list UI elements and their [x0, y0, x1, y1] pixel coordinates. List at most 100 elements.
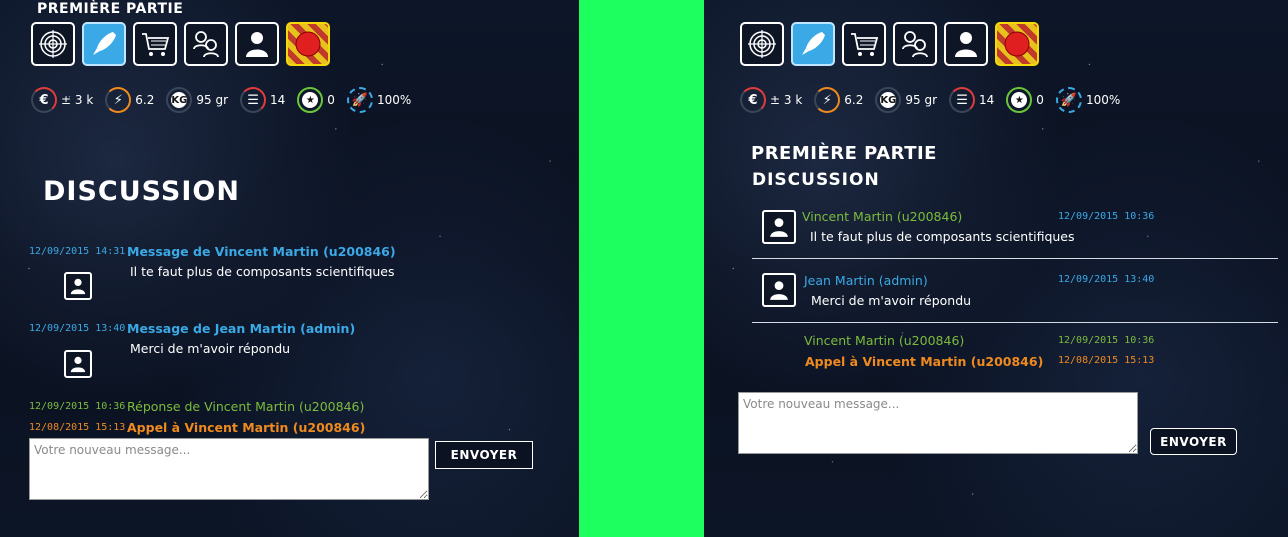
discussion-title: DISCUSSION	[43, 176, 240, 207]
cart-icon	[142, 33, 170, 56]
rocket-tool-button[interactable]	[791, 22, 835, 66]
message-text: Merci de m'avoir répondu	[811, 293, 972, 308]
stars-value: 0	[1036, 93, 1044, 107]
target-icon	[748, 30, 776, 58]
user-icon	[70, 356, 86, 373]
alert-tool-button[interactable]	[286, 22, 330, 66]
call-date: 12/08/2015 15:13	[1058, 355, 1155, 366]
reply-sender[interactable]: Vincent Martin (u200846)	[804, 333, 964, 348]
user-icon	[955, 32, 977, 57]
avatar[interactable]	[762, 273, 796, 307]
green-divider	[579, 0, 704, 537]
rocket-icon	[802, 32, 825, 55]
team-tool-button[interactable]	[184, 22, 228, 66]
euro-icon: €	[31, 87, 57, 113]
alert-tool-button[interactable]	[995, 22, 1039, 66]
astronauts-icon	[193, 31, 219, 58]
level-value: 14	[979, 93, 995, 107]
energy-value: 6.2	[135, 93, 155, 107]
toolbar	[740, 22, 1039, 66]
weight-icon: KG	[166, 87, 193, 113]
rocket-small-icon: 🚀	[1055, 87, 1082, 113]
call-sender[interactable]: Appel à Vincent Martin (u200846)	[127, 420, 365, 435]
user-icon	[770, 218, 788, 237]
shop-tool-button[interactable]	[133, 22, 177, 66]
alert-icon	[1004, 31, 1030, 57]
call-date: 12/08/2015 15:13	[29, 422, 126, 433]
energy-stat: ⚡ 6.2	[814, 87, 863, 113]
toolbar	[31, 22, 330, 66]
target-icon	[39, 30, 67, 58]
lightning-icon: ⚡	[814, 87, 841, 113]
message-text: Il te faut plus de composants scientifiq…	[810, 229, 1075, 244]
discussion-title: DISCUSSION	[752, 170, 880, 190]
message-sender[interactable]: Message de Vincent Martin (u200846)	[127, 244, 396, 259]
part-title: PREMIÈRE PARTIE	[37, 1, 184, 17]
part-title: PREMIÈRE PARTIE	[751, 143, 937, 164]
fuel-stat: 🚀 100%	[346, 87, 412, 113]
alert-icon	[295, 31, 321, 57]
fuel-stat: 🚀 100%	[1055, 87, 1121, 113]
stats-bar: € ± 3 k ⚡ 6.2 KG 95 gr ☰ 14 ★ 0 🚀 100%	[740, 87, 1120, 113]
message-date: 12/09/2015 14:31	[29, 246, 126, 257]
reply-sender[interactable]: Réponse de Vincent Martin (u200846)	[127, 399, 364, 414]
reply-date: 12/09/2015 10:36	[1058, 335, 1155, 346]
weight-value: 95 gr	[905, 93, 938, 107]
message-sender[interactable]: Vincent Martin (u200846)	[802, 209, 962, 224]
stars-stat: ★ 0	[297, 87, 335, 113]
money-stat: € ± 3 k	[740, 87, 802, 113]
message-separator	[752, 322, 1278, 323]
stars-stat: ★ 0	[1006, 87, 1044, 113]
message-date: 12/09/2015 10:36	[1058, 211, 1155, 222]
message-sender[interactable]: Message de Jean Martin (admin)	[127, 321, 355, 336]
star-icon: ★	[297, 87, 324, 113]
level-stat: ☰ 14	[949, 87, 994, 113]
profile-tool-button[interactable]	[235, 22, 279, 66]
user-icon	[70, 278, 86, 295]
target-tool-button[interactable]	[740, 22, 784, 66]
message-separator	[752, 258, 1278, 259]
avatar[interactable]	[64, 350, 92, 378]
stars-value: 0	[327, 93, 335, 107]
message-sender[interactable]: Jean Martin (admin)	[804, 273, 928, 288]
user-icon	[770, 281, 788, 300]
gauge-icon: ☰	[240, 87, 267, 113]
right-panel: € ± 3 k ⚡ 6.2 KG 95 gr ☰ 14 ★ 0 🚀 100% PREMIÈR…	[704, 0, 1288, 537]
cart-icon	[851, 33, 879, 56]
reply-date: 12/09/2015 10:36	[29, 401, 126, 412]
rocket-small-icon: 🚀	[346, 87, 373, 113]
level-stat: ☰ 14	[240, 87, 285, 113]
energy-stat: ⚡ 6.2	[105, 87, 154, 113]
lightning-icon: ⚡	[105, 87, 132, 113]
call-sender[interactable]: Appel à Vincent Martin (u200846)	[805, 354, 1043, 369]
money-value: ± 3 k	[770, 93, 803, 107]
team-tool-button[interactable]	[893, 22, 937, 66]
message-date: 12/09/2015 13:40	[1058, 274, 1155, 285]
rocket-tool-button[interactable]	[82, 22, 126, 66]
fuel-value: 100%	[376, 93, 412, 107]
weight-stat: KG 95 gr	[166, 87, 228, 113]
target-tool-button[interactable]	[31, 22, 75, 66]
weight-value: 95 gr	[196, 93, 229, 107]
gauge-icon: ☰	[949, 87, 976, 113]
send-button[interactable]: ENVOYER	[435, 441, 533, 469]
stats-bar: € ± 3 k ⚡ 6.2 KG 95 gr ☰ 14 ★ 0 🚀 100%	[31, 87, 411, 113]
shop-tool-button[interactable]	[842, 22, 886, 66]
euro-icon: €	[740, 87, 766, 113]
profile-tool-button[interactable]	[944, 22, 988, 66]
send-button[interactable]: ENVOYER	[1150, 428, 1237, 455]
message-input[interactable]	[29, 438, 429, 500]
avatar[interactable]	[64, 272, 92, 300]
star-icon: ★	[1006, 87, 1033, 113]
message-input[interactable]	[738, 392, 1138, 454]
message-text: Merci de m'avoir répondu	[130, 341, 291, 356]
left-panel: PREMIÈRE PARTIE € ± 3 k ⚡ 6.2 KG 95 gr ☰ 14 …	[0, 0, 579, 537]
fuel-value: 100%	[1085, 93, 1121, 107]
weight-icon: KG	[875, 87, 902, 113]
rocket-icon	[93, 32, 116, 55]
weight-stat: KG 95 gr	[875, 87, 937, 113]
user-icon	[246, 32, 268, 57]
energy-value: 6.2	[844, 93, 864, 107]
message-text: Il te faut plus de composants scientifiq…	[130, 264, 395, 279]
avatar[interactable]	[762, 210, 796, 244]
